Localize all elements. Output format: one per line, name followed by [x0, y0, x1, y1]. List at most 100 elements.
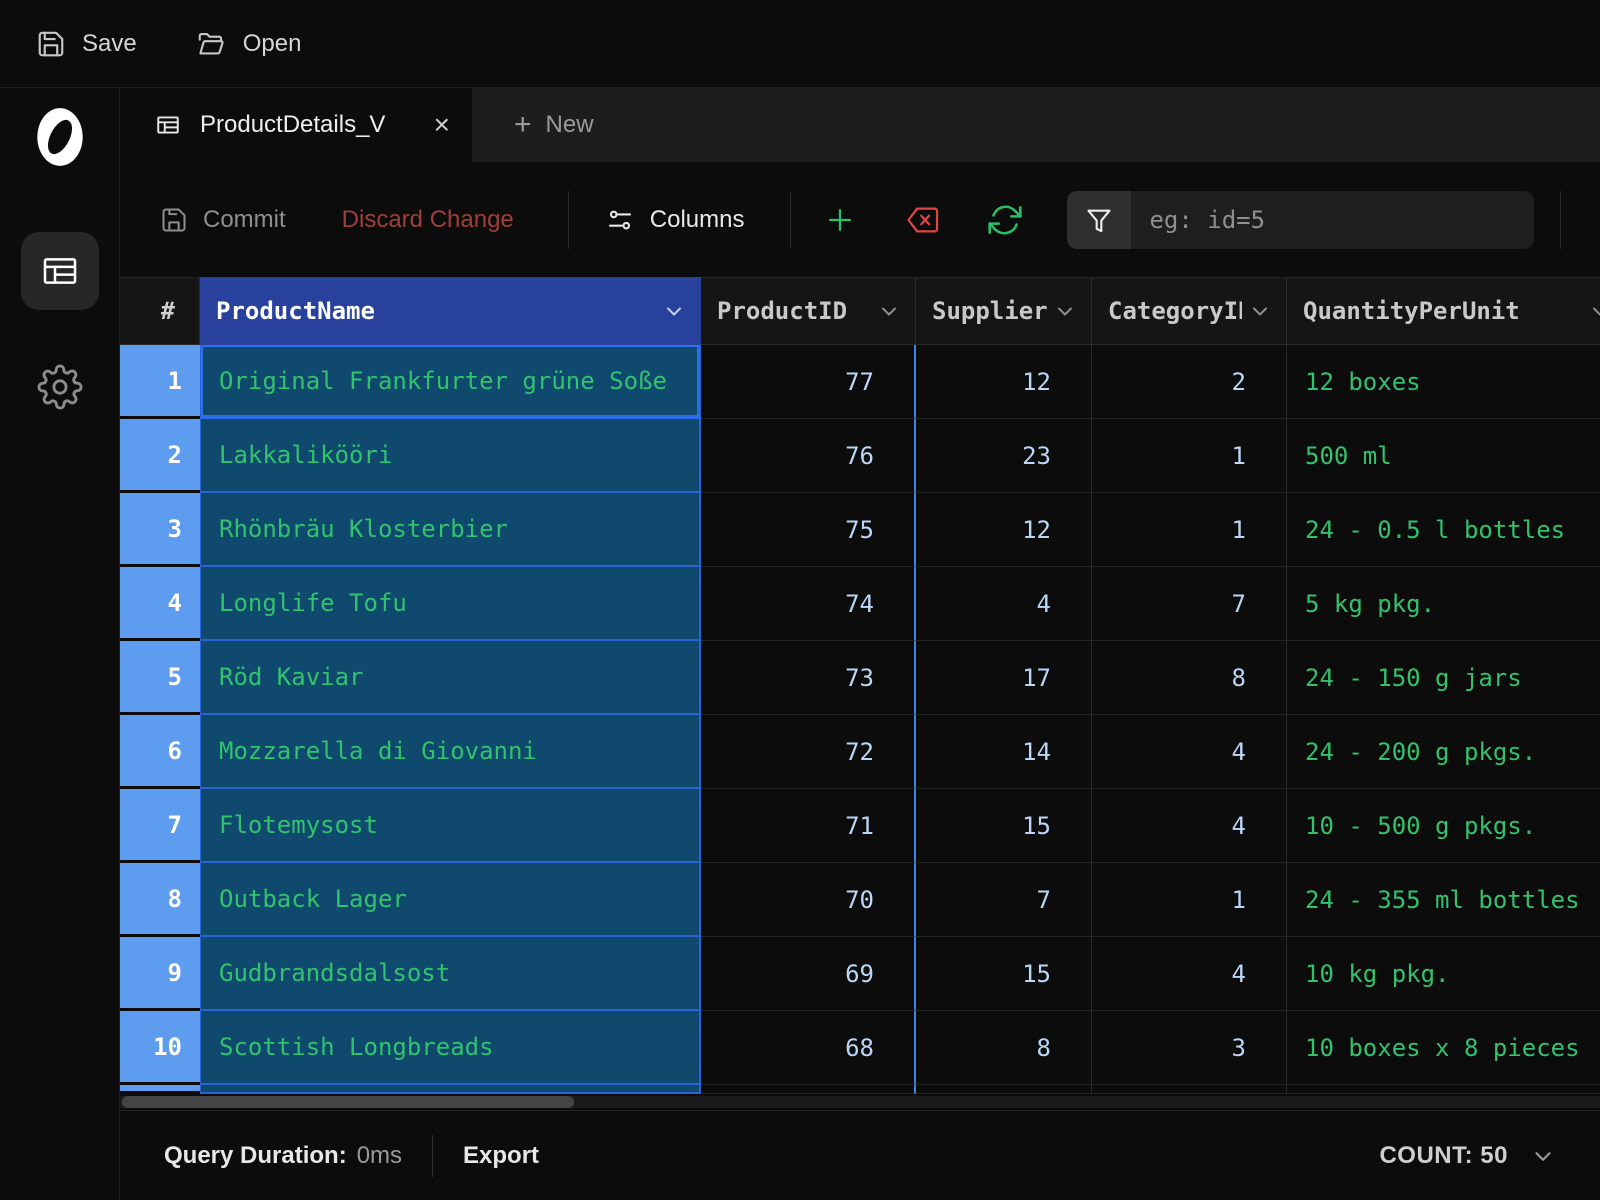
close-tab-icon[interactable]: × [434, 111, 450, 139]
cell-supplier-id[interactable]: 12 [916, 493, 1092, 567]
cell-quantity-per-unit[interactable]: 12 boxes [1287, 345, 1600, 419]
row-number-cell[interactable] [120, 1085, 200, 1094]
save-button[interactable]: Save [36, 29, 137, 59]
column-header-pid[interactable]: ProductID [701, 277, 916, 345]
cell-category-id[interactable]: 4 [1092, 789, 1287, 863]
cell-product-id[interactable]: 71 [701, 789, 916, 863]
cell-category-id[interactable]: 4 [1092, 715, 1287, 789]
discard-change-button[interactable]: Discard Change [342, 206, 514, 234]
cell-quantity-per-unit[interactable]: 10 kg pkg. [1287, 937, 1600, 1011]
column-header-cid[interactable]: CategoryID [1092, 277, 1287, 345]
cell-product-id[interactable] [701, 1085, 916, 1094]
delete-row-button[interactable] [903, 203, 941, 237]
cell-quantity-per-unit[interactable]: 5 kg pkg. [1287, 567, 1600, 641]
cell-supplier-id[interactable] [916, 1085, 1092, 1094]
chevron-down-icon[interactable] [877, 299, 901, 323]
chevron-down-icon[interactable] [1248, 299, 1272, 323]
cell-category-id[interactable]: 2 [1092, 345, 1287, 419]
cell-supplier-id[interactable]: 23 [916, 419, 1092, 493]
commit-button[interactable]: Commit [160, 206, 286, 234]
column-header-qty[interactable]: QuantityPerUnit [1287, 277, 1600, 345]
add-row-button[interactable] [823, 203, 857, 237]
cell-product-id[interactable]: 74 [701, 567, 916, 641]
filter-funnel-button[interactable] [1067, 191, 1131, 249]
cell-product-name[interactable]: Rhönbräu Klosterbier [200, 493, 701, 567]
cell-supplier-id[interactable]: 14 [916, 715, 1092, 789]
sidebar-item-settings[interactable] [37, 364, 83, 410]
filter-input[interactable] [1131, 191, 1534, 249]
cell-product-id[interactable]: 76 [701, 419, 916, 493]
cell-category-id[interactable] [1092, 1085, 1287, 1094]
cell-product-id[interactable]: 70 [701, 863, 916, 937]
row-number-cell[interactable]: 7 [120, 789, 200, 863]
row-number-cell[interactable]: 5 [120, 641, 200, 715]
table-row: 7 Flotemysost 71 15 4 10 - 500 g pkgs. [120, 789, 1600, 863]
chevron-down-icon[interactable] [1053, 299, 1077, 323]
cell-supplier-id[interactable]: 4 [916, 567, 1092, 641]
cell-supplier-id[interactable]: 7 [916, 863, 1092, 937]
cell-quantity-per-unit[interactable]: 24 - 200 g pkgs. [1287, 715, 1600, 789]
cell-product-name[interactable]: Outback Lager [200, 863, 701, 937]
chevron-down-icon[interactable] [1588, 299, 1600, 323]
cell-product-name[interactable]: Scottish Longbreads [200, 1011, 701, 1085]
cell-supplier-id[interactable]: 15 [916, 937, 1092, 1011]
cell-product-name[interactable]: Original Frankfurter grüne Soße [200, 345, 701, 419]
cell-category-id[interactable]: 8 [1092, 641, 1287, 715]
row-number-cell[interactable]: 3 [120, 493, 200, 567]
cell-category-id[interactable]: 7 [1092, 567, 1287, 641]
chevron-down-icon[interactable] [662, 299, 686, 323]
cell-quantity-per-unit[interactable]: 24 - 0.5 l bottles [1287, 493, 1600, 567]
refresh-button[interactable] [987, 202, 1023, 238]
row-number-cell[interactable]: 4 [120, 567, 200, 641]
count-dropdown[interactable]: COUNT: 50 [1379, 1142, 1556, 1170]
cell-quantity-per-unit[interactable]: 24 - 355 ml bottles [1287, 863, 1600, 937]
row-number-cell[interactable]: 9 [120, 937, 200, 1011]
cell-category-id[interactable]: 3 [1092, 1011, 1287, 1085]
cell-product-name[interactable]: Longlife Tofu [200, 567, 701, 641]
cell-product-id[interactable]: 77 [701, 345, 916, 419]
new-tab-button[interactable]: + New [472, 88, 594, 162]
table-row: 3 Rhönbräu Klosterbier 75 12 1 24 - 0.5 … [120, 493, 1600, 567]
column-header-sid[interactable]: SupplierID [916, 277, 1092, 345]
cell-category-id[interactable]: 1 [1092, 419, 1287, 493]
row-number-cell[interactable]: 10 [120, 1011, 200, 1085]
cell-category-id[interactable]: 1 [1092, 493, 1287, 567]
cell-supplier-id[interactable]: 17 [916, 641, 1092, 715]
cell-supplier-id[interactable]: 15 [916, 789, 1092, 863]
cell-supplier-id[interactable]: 12 [916, 345, 1092, 419]
column-header-rownum[interactable]: # [120, 277, 200, 345]
cell-category-id[interactable]: 1 [1092, 863, 1287, 937]
cell-quantity-per-unit[interactable]: 500 ml [1287, 419, 1600, 493]
cell-product-id[interactable]: 69 [701, 937, 916, 1011]
funnel-icon [1085, 206, 1113, 234]
cell-product-name[interactable]: Flotemysost [200, 789, 701, 863]
table-row: 10 Scottish Longbreads 68 8 3 10 boxes x… [120, 1011, 1600, 1085]
row-number-cell[interactable]: 8 [120, 863, 200, 937]
cell-quantity-per-unit[interactable]: 10 - 500 g pkgs. [1287, 789, 1600, 863]
export-button[interactable]: Export [463, 1142, 539, 1170]
cell-quantity-per-unit[interactable]: 10 boxes x 8 pieces [1287, 1011, 1600, 1085]
cell-product-name[interactable]: Röd Kaviar [200, 641, 701, 715]
row-number-cell[interactable]: 6 [120, 715, 200, 789]
cell-product-id[interactable]: 72 [701, 715, 916, 789]
scrollbar-thumb[interactable] [122, 1096, 574, 1108]
cell-quantity-per-unit[interactable] [1287, 1085, 1600, 1094]
cell-supplier-id[interactable]: 8 [916, 1011, 1092, 1085]
open-button[interactable]: Open [195, 29, 302, 59]
cell-product-name[interactable]: Gudbrandsdalsost [200, 937, 701, 1011]
sidebar-item-tables[interactable] [21, 232, 99, 310]
columns-button[interactable]: Columns [605, 205, 745, 235]
cell-quantity-per-unit[interactable]: 24 - 150 g jars [1287, 641, 1600, 715]
row-number-cell[interactable]: 1 [120, 345, 200, 419]
cell-product-id[interactable]: 73 [701, 641, 916, 715]
column-header-name[interactable]: ProductName [200, 277, 701, 345]
cell-product-id[interactable]: 75 [701, 493, 916, 567]
tab-productdetails[interactable]: ProductDetails_V × [120, 88, 472, 162]
main-area: ProductDetails_V × + New Commit Disc [120, 88, 1600, 1200]
cell-category-id[interactable]: 4 [1092, 937, 1287, 1011]
cell-product-name[interactable] [200, 1085, 701, 1094]
row-number-cell[interactable]: 2 [120, 419, 200, 493]
cell-product-id[interactable]: 68 [701, 1011, 916, 1085]
cell-product-name[interactable]: Lakkalikööri [200, 419, 701, 493]
cell-product-name[interactable]: Mozzarella di Giovanni [200, 715, 701, 789]
